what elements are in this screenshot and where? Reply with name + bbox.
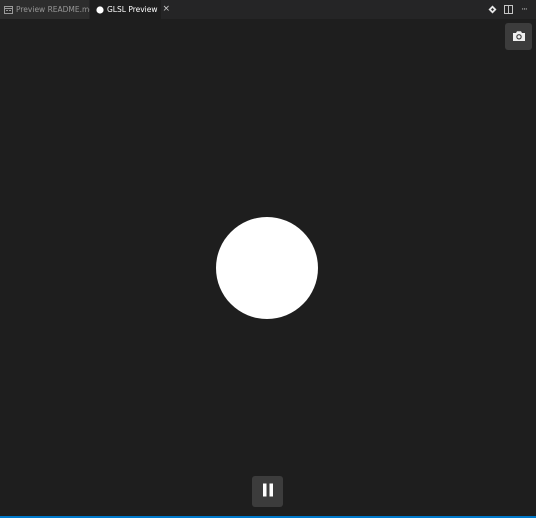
rendered-circle	[216, 217, 318, 319]
editor-tab-bar: Preview README.md GLSL Preview × ···	[0, 0, 536, 19]
pause-icon	[262, 482, 274, 501]
open-source-icon[interactable]	[486, 4, 498, 16]
screenshot-button[interactable]	[505, 23, 532, 50]
tab-label: GLSL Preview	[107, 5, 158, 14]
camera-icon	[512, 27, 526, 46]
tab-preview-readme[interactable]: Preview README.md	[0, 0, 94, 19]
tab-label: Preview README.md	[16, 5, 95, 14]
circle-icon	[96, 5, 104, 14]
shader-canvas[interactable]	[0, 19, 536, 515]
split-editor-icon[interactable]	[502, 4, 514, 16]
more-label: ···	[521, 4, 528, 15]
glsl-preview-window: Preview README.md GLSL Preview × ···	[0, 0, 536, 518]
preview-icon	[4, 5, 13, 14]
editor-actions: ···	[486, 0, 536, 19]
close-icon[interactable]: ×	[163, 5, 171, 14]
more-icon[interactable]: ···	[518, 4, 530, 16]
pause-button[interactable]	[252, 476, 283, 507]
tab-glsl-preview[interactable]: GLSL Preview ×	[90, 0, 170, 19]
